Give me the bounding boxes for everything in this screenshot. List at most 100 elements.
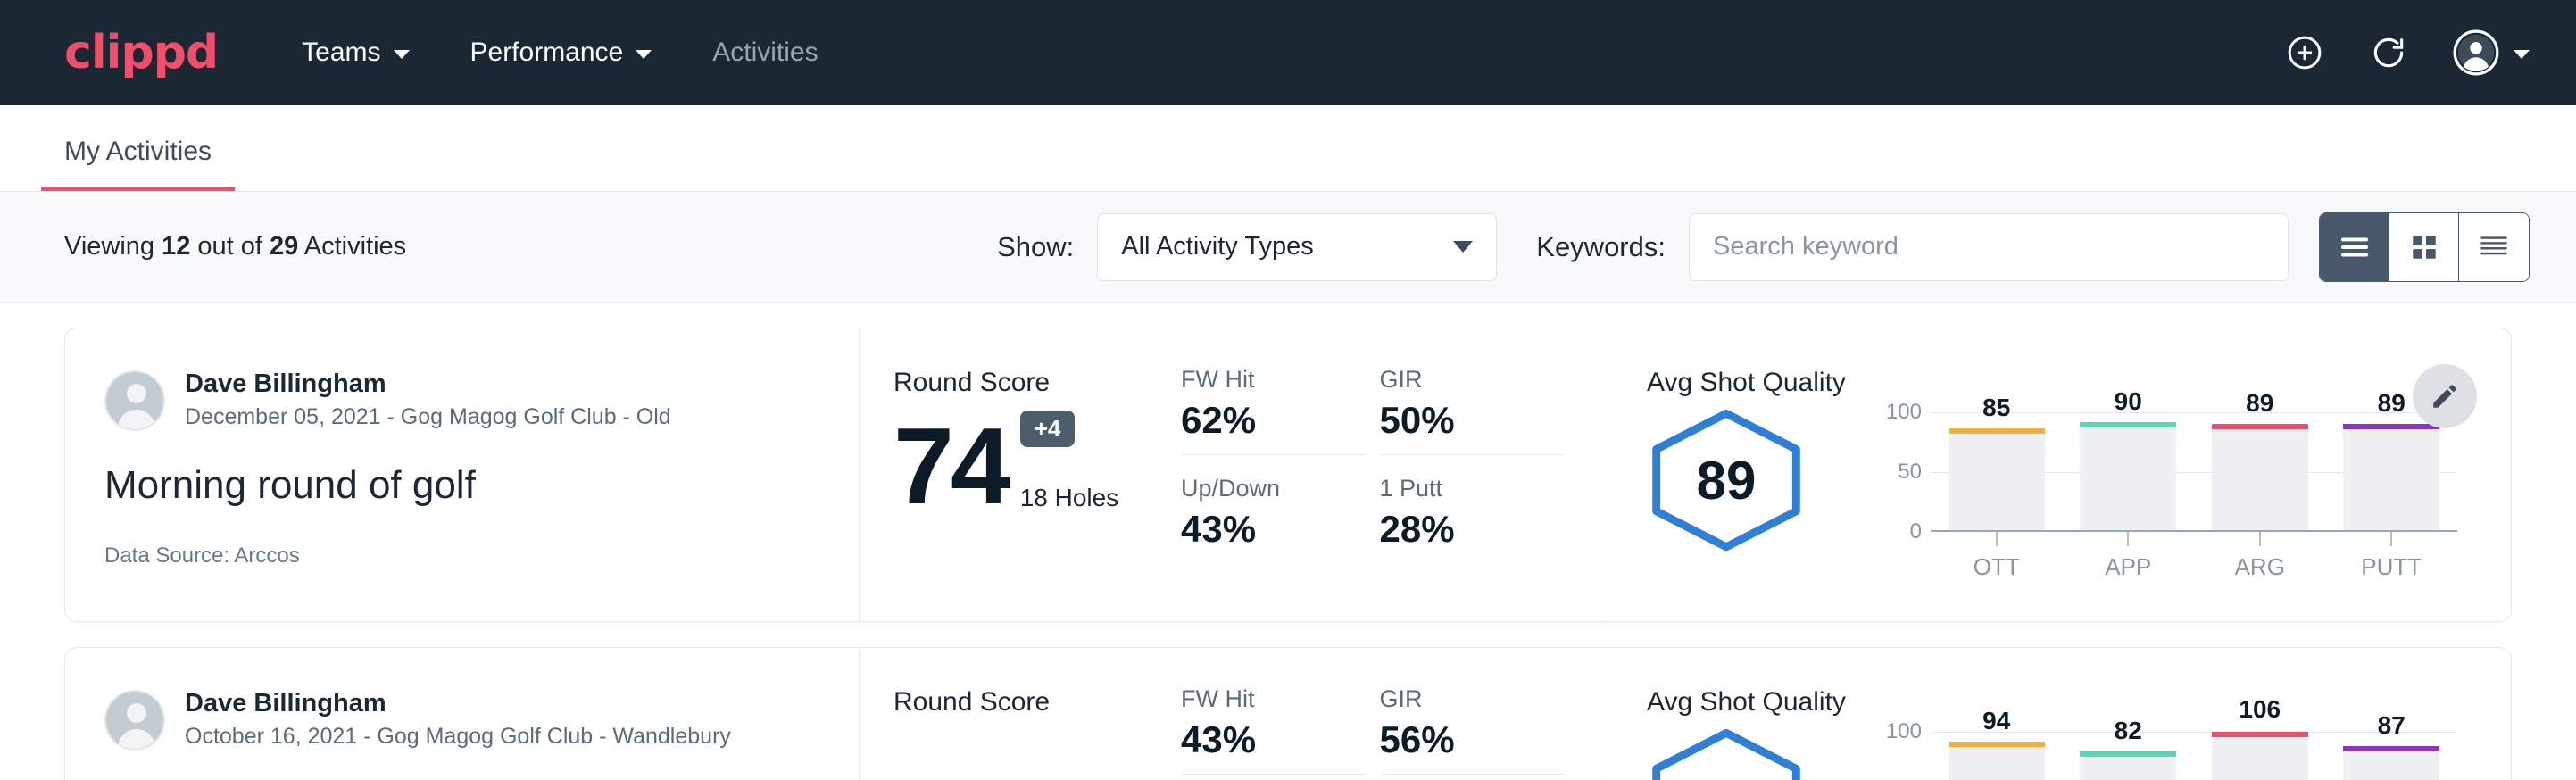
activity-card[interactable]: Dave Billingham December 05, 2021 - Gog …	[64, 328, 2512, 622]
plus-circle-icon[interactable]	[2285, 33, 2324, 72]
refresh-icon[interactable]	[2369, 33, 2408, 72]
round-score-label: Round Score	[893, 687, 1181, 718]
nav-item-teams-label: Teams	[302, 37, 380, 68]
bar-app-value: 90	[2115, 387, 2142, 416]
bar-app: 90	[2063, 412, 2195, 530]
x-tick	[2127, 532, 2129, 546]
activity-meta: October 16, 2021 - Gog Magog Golf Club -…	[185, 722, 731, 752]
shot-quality-chart: 100 50 0 94	[1875, 732, 2457, 780]
search-input[interactable]	[1713, 232, 2264, 261]
top-navigation-bar: clippd Teams Performance Activities	[0, 0, 2576, 105]
nav-item-teams[interactable]: Teams	[296, 29, 414, 77]
score-to-par-badge: +4	[1020, 411, 1076, 447]
bar-putt: 89	[2326, 412, 2458, 530]
stats-column: FW Hit 43% GIR 56% Up/Down 1 Putt	[1181, 648, 1600, 780]
avg-shot-quality-value: 89	[1697, 450, 1757, 511]
stats-column: FW Hit 62% GIR 50% Up/Down 43% 1 Putt 28…	[1181, 328, 1600, 621]
activity-author: Dave Billingham December 05, 2021 - Gog …	[104, 368, 819, 433]
x-cell-putt: PUTT	[2326, 532, 2458, 581]
chart-bars: 94 82	[1931, 732, 2457, 780]
bar-putt: 87	[2326, 732, 2458, 780]
compact-view-button[interactable]	[2459, 213, 2529, 281]
stat-gir-label: GIR	[1380, 685, 1565, 713]
bar-ott-cap	[1949, 428, 2045, 434]
bar-ott: 94	[1931, 732, 2063, 780]
bar-app-rect	[2080, 751, 2176, 780]
show-label: Show:	[997, 231, 1074, 263]
stat-fw-hit-value: 43%	[1181, 718, 1366, 761]
filter-bar: Viewing 12 out of 29 Activities Show: Al…	[0, 192, 2576, 303]
x-cell-ott: OTT	[1931, 532, 2063, 581]
bar-arg: 106	[2194, 732, 2326, 780]
stat-up-down-value: 43%	[1181, 508, 1366, 551]
nav-item-performance[interactable]: Performance	[465, 29, 658, 77]
activity-type-select[interactable]: All Activity Types	[1097, 213, 1497, 281]
search-field[interactable]	[1689, 213, 2289, 281]
stat-gir: GIR 56%	[1380, 685, 1565, 775]
viewing-summary: Viewing 12 out of 29 Activities	[64, 232, 406, 261]
tab-bar: My Activities	[0, 105, 2576, 192]
hexagon-icon	[1647, 728, 1806, 780]
bar-app-cap	[2080, 422, 2176, 427]
activity-card[interactable]: Dave Billingham October 16, 2021 - Gog M…	[64, 647, 2512, 780]
bar-putt-value: 89	[2378, 389, 2406, 418]
x-tick	[2390, 532, 2392, 546]
nav-item-activities-label: Activities	[712, 37, 818, 68]
edit-activity-button[interactable]	[2413, 364, 2477, 428]
avg-shot-quality-label: Avg Shot Quality	[1647, 368, 2457, 398]
bar-arg-value: 106	[2239, 695, 2281, 724]
stat-up-down: Up/Down 43%	[1181, 475, 1366, 567]
nav-item-activities[interactable]: Activities	[707, 29, 823, 77]
grid-view-icon	[2409, 232, 2439, 262]
stat-gir-value: 56%	[1380, 718, 1565, 761]
bar-arg-rect	[2212, 732, 2308, 780]
chart-plot-area: 85 90	[1931, 412, 2457, 532]
x-cell-app: APP	[2063, 532, 2195, 581]
list-view-button[interactable]	[2320, 213, 2389, 281]
bar-putt-rect	[2343, 424, 2439, 530]
avg-shot-quality-label: Avg Shot Quality	[1647, 687, 2457, 718]
tab-my-activities[interactable]: My Activities	[41, 137, 235, 191]
bar-app-cap	[2080, 751, 2176, 757]
list-view-icon	[2339, 234, 2371, 261]
round-score-row: 74 +4 18 Holes	[893, 411, 1181, 516]
bar-ott-value: 85	[1982, 394, 2010, 422]
bar-app: 82	[2063, 732, 2195, 780]
bar-arg-cap	[2212, 732, 2308, 737]
chevron-down-icon	[2514, 50, 2530, 59]
activity-type-select-value: All Activity Types	[1121, 232, 1453, 261]
bar-ott-cap	[1949, 742, 2045, 747]
y-tick-100: 100	[1886, 719, 1922, 744]
account-menu[interactable]	[2453, 29, 2530, 76]
round-score-column: Round Score	[860, 648, 1181, 780]
chevron-down-icon	[1453, 241, 1473, 253]
bar-putt-value: 87	[2378, 711, 2406, 740]
stat-gir-value: 50%	[1380, 399, 1565, 442]
brand-logo[interactable]: clippd	[64, 26, 218, 79]
bar-arg-value: 89	[2246, 389, 2273, 418]
avg-shot-quality-hexagon	[1647, 728, 1806, 780]
y-tick-100: 100	[1886, 400, 1922, 425]
chart-y-axis: 100 50 0	[1875, 412, 1931, 532]
bar-putt-cap	[2343, 746, 2439, 751]
pencil-icon	[2430, 381, 2460, 411]
compact-view-icon	[2478, 233, 2510, 261]
chevron-down-icon	[394, 50, 410, 59]
avg-shot-quality-hexagon: 89	[1647, 409, 1806, 552]
bar-app-value: 82	[2115, 717, 2142, 745]
stat-fw-hit-value: 62%	[1181, 399, 1366, 442]
x-cell-arg: ARG	[2194, 532, 2326, 581]
x-label-ott: OTT	[1974, 553, 2020, 581]
stat-fw-hit: FW Hit 62%	[1181, 366, 1366, 455]
stat-gir-label: GIR	[1380, 366, 1565, 394]
grid-view-button[interactable]	[2389, 213, 2459, 281]
avatar	[104, 690, 165, 751]
chart-x-axis: OTT APP ARG PUTT	[1931, 532, 2457, 581]
keywords-label: Keywords:	[1536, 231, 1666, 263]
activity-meta: December 05, 2021 - Gog Magog Golf Club …	[185, 402, 671, 433]
shot-quality-chart: 100 50 0 85	[1875, 412, 2457, 581]
account-icon	[2453, 29, 2499, 76]
x-tick	[1996, 532, 1998, 546]
stat-fw-hit-label: FW Hit	[1181, 685, 1366, 713]
stat-one-putt-label: 1 Putt	[1380, 475, 1565, 502]
